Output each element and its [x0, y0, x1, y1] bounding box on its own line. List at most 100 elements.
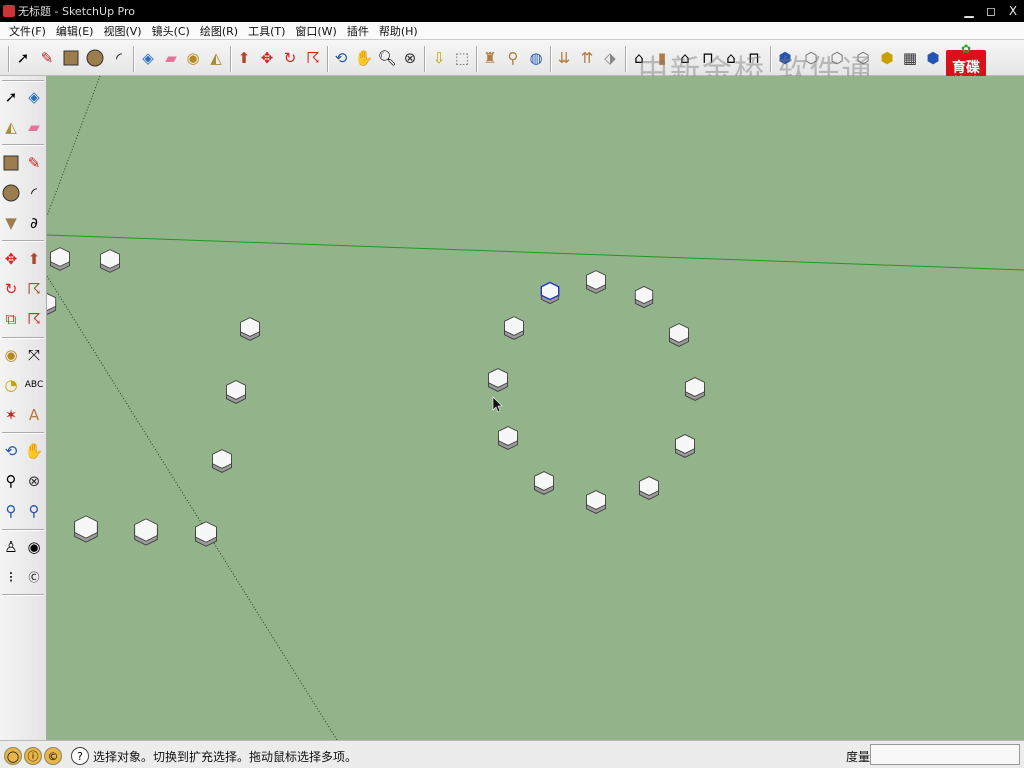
section-display-icon[interactable]: ⬢ [922, 47, 944, 69]
hexagon-puck[interactable] [134, 518, 158, 546]
hexagon-puck[interactable] [504, 316, 524, 340]
zoom-icon[interactable]: ⚲ [0, 470, 22, 492]
circle-icon[interactable] [0, 182, 22, 204]
measurements-input[interactable] [870, 744, 1020, 765]
rotate-icon[interactable]: ↻ [0, 278, 22, 300]
menu-window[interactable]: 窗口(W) [290, 23, 341, 39]
push-pull-icon[interactable]: ⬆ [23, 248, 45, 270]
follow-me-icon[interactable]: ☈ [302, 47, 324, 69]
zoom-extents-icon[interactable]: ⚲ [0, 500, 22, 522]
move-icon[interactable]: ✥ [0, 248, 22, 270]
restore-button[interactable]: ◻ [980, 4, 1002, 18]
rotate-icon[interactable]: ↻ [279, 47, 301, 69]
walk-icon[interactable]: ⁝ [0, 566, 22, 588]
hexagon-puck[interactable] [195, 521, 217, 547]
make-component-icon[interactable]: ◈ [137, 47, 159, 69]
protractor-icon[interactable]: ◔ [0, 374, 22, 396]
menu-plugins[interactable]: 插件 [342, 23, 374, 39]
menu-file[interactable]: 文件(F) [4, 23, 51, 39]
monochrome-icon[interactable]: ▦ [899, 47, 921, 69]
hexagon-puck[interactable] [100, 249, 120, 273]
pan-icon[interactable]: ✋ [23, 440, 45, 462]
next-view-icon[interactable]: ⬚ [451, 47, 473, 69]
hexagon-puck[interactable] [498, 426, 518, 450]
hexagon-puck[interactable] [675, 434, 695, 458]
tape-measure-icon[interactable]: ◉ [0, 344, 22, 366]
hexagon-puck[interactable] [669, 323, 689, 347]
tape-measure-icon[interactable]: ◉ [182, 47, 204, 69]
push-pull-icon[interactable]: ⬆ [233, 47, 255, 69]
menu-tools[interactable]: 工具(T) [243, 23, 290, 39]
hexagon-puck[interactable] [488, 368, 508, 392]
credits-icon[interactable]: ⓘ [24, 747, 42, 765]
make-component-icon[interactable]: ◈ [23, 86, 45, 108]
freehand-icon[interactable]: ∂ [23, 212, 45, 234]
previous-icon[interactable]: ⚲ [23, 500, 45, 522]
zoom-window-icon[interactable]: ⊗ [23, 470, 45, 492]
select-icon[interactable]: ➚ [0, 86, 22, 108]
help-icon[interactable]: ? [71, 747, 89, 765]
shaded-texture-icon[interactable]: ⬢ [876, 47, 898, 69]
paint-bucket-icon[interactable]: ◭ [205, 47, 227, 69]
follow-me-icon[interactable]: ☈ [23, 278, 45, 300]
rectangle-icon[interactable] [60, 47, 82, 69]
hexagon-puck[interactable] [226, 380, 246, 404]
arc-icon[interactable]: ◜ [108, 47, 130, 69]
hexagon-puck[interactable] [586, 490, 606, 514]
hexagon-puck[interactable] [634, 286, 654, 308]
drawing-viewport[interactable] [47, 76, 1024, 740]
look-around-icon[interactable]: ◉ [23, 536, 45, 558]
menu-camera[interactable]: 镜头(C) [147, 23, 195, 39]
close-button[interactable]: X [1002, 4, 1024, 18]
hexagon-puck[interactable] [240, 317, 260, 341]
circle-icon[interactable] [84, 47, 106, 69]
hexagon-puck[interactable] [47, 293, 57, 315]
zoom-extents-icon[interactable]: ⊗ [399, 47, 421, 69]
look-around-icon[interactable]: ◍ [525, 47, 547, 69]
position-camera-icon[interactable]: ♙ [0, 536, 22, 558]
axes-icon[interactable]: ✶ [0, 404, 22, 426]
hexagon-puck[interactable] [685, 377, 705, 401]
pencil-icon[interactable]: ✎ [36, 47, 58, 69]
walk-icon[interactable]: ⚲ [502, 47, 524, 69]
select-icon[interactable]: ➚ [12, 47, 34, 69]
share-component-icon[interactable]: ⬗ [599, 47, 621, 69]
pan-icon[interactable]: ✋ [353, 47, 375, 69]
move-icon[interactable]: ✥ [256, 47, 278, 69]
paint-bucket-icon[interactable]: ◭ [0, 116, 22, 138]
zoom-icon[interactable]: 🔍︎ [376, 47, 398, 69]
minimize-button[interactable]: ▁ [958, 4, 980, 18]
offset-icon[interactable]: ☈ [23, 308, 45, 330]
scale-icon[interactable]: ⧉ [0, 308, 22, 330]
section-plane-icon[interactable]: Ⓒ [23, 566, 45, 588]
scene-canvas[interactable] [47, 76, 1024, 740]
menu-draw[interactable]: 绘图(R) [195, 23, 243, 39]
orbit-icon[interactable]: ⟲ [330, 47, 352, 69]
menu-edit[interactable]: 编辑(E) [51, 23, 99, 39]
eraser-icon[interactable]: ▰ [23, 116, 45, 138]
rectangle-icon[interactable] [0, 152, 22, 174]
menu-help[interactable]: 帮助(H) [374, 23, 423, 39]
hexagon-puck[interactable] [50, 247, 70, 271]
hexagon-puck[interactable] [534, 471, 554, 495]
selected-hexagon[interactable] [540, 281, 560, 304]
3d-text-icon[interactable]: A [23, 404, 45, 426]
text-icon[interactable]: ABC [23, 374, 45, 396]
geo-location-icon[interactable]: ◯ [4, 747, 22, 765]
orbit-icon[interactable]: ⟲ [0, 440, 22, 462]
hexagon-puck[interactable] [74, 515, 98, 543]
get-models-icon[interactable]: ⇊ [553, 47, 575, 69]
sign-in-icon[interactable]: © [44, 747, 62, 765]
share-model-icon[interactable]: ⇈ [576, 47, 598, 69]
eraser-icon[interactable]: ▰ [160, 47, 182, 69]
position-camera-icon[interactable]: ♜ [479, 47, 501, 69]
hexagon-puck[interactable] [586, 270, 606, 294]
menu-view[interactable]: 视图(V) [98, 23, 146, 39]
hexagon-puck[interactable] [212, 449, 232, 473]
polygon-icon[interactable]: ▼ [0, 212, 22, 234]
previous-view-icon[interactable]: ⇩ [428, 47, 450, 69]
hexagon-puck[interactable] [639, 476, 659, 500]
arc-icon[interactable]: ◜ [23, 182, 45, 204]
pencil-icon[interactable]: ✎ [23, 152, 45, 174]
dimension-icon[interactable]: ⤧ [23, 344, 45, 366]
